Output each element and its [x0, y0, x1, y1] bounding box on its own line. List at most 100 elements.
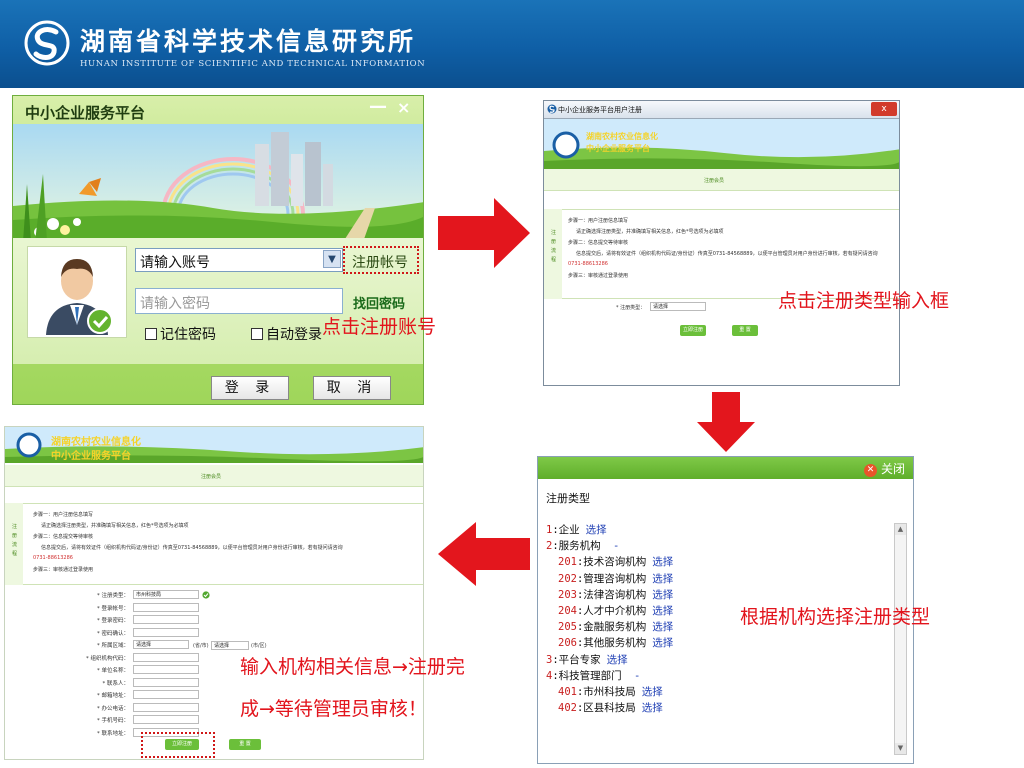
user-avatar-icon	[46, 259, 113, 335]
registration-window: 中小企业服务平台用户注册 x 湖南农村农业信息化 中小企业服务平台 注册会员 注…	[543, 100, 900, 386]
remember-password-checkbox[interactable]: 记住密码	[145, 324, 216, 344]
checkbox-icon	[145, 328, 157, 340]
type-code: 206	[558, 637, 577, 650]
scroll-up-icon[interactable]: ▲	[895, 524, 906, 535]
chevron-down-icon[interactable]: ▼	[323, 250, 341, 268]
close-button[interactable]: x	[871, 102, 897, 116]
select-type-link[interactable]: 选择	[652, 605, 673, 617]
header-bar: 湖南省科学技术信息研究所 HUNAN INSTITUTE OF SCIENTIF…	[0, 0, 1024, 88]
user-avatar	[27, 246, 127, 338]
form-field-label: * 手机号码：	[97, 718, 129, 724]
register-account-link[interactable]: 注册帐号	[343, 246, 419, 274]
type-option[interactable]: 401:市州科技局 选择	[546, 684, 673, 700]
submit-register-button[interactable]: 立即注册	[680, 325, 706, 336]
form-field-input[interactable]	[133, 690, 199, 699]
type-option[interactable]: 205:金融服务机构 选择	[546, 619, 673, 635]
type-code: 205	[558, 621, 577, 634]
cancel-button[interactable]: 取 消	[313, 376, 391, 400]
login-window-title: 中小企业服务平台	[25, 104, 146, 122]
scroll-down-icon[interactable]: ▼	[895, 743, 906, 754]
type-name: 管理咨询机构	[583, 572, 647, 585]
reset-button[interactable]: 重 置	[229, 739, 261, 750]
type-option[interactable]: 204:人才中介机构 选择	[546, 603, 673, 619]
registration-window-title: 中小企业服务平台用户注册	[558, 106, 642, 114]
step-2-note: 信息提交后，请将有效证件（组织机构代码证/身份证）传真至0731-8456888…	[576, 251, 878, 257]
type-option: 4:科技管理部门 -	[546, 668, 673, 684]
close-button[interactable]: ×	[397, 98, 410, 117]
password-input[interactable]: 请输入密码	[135, 288, 343, 314]
institute-logo-icon	[24, 20, 70, 66]
form-field-input[interactable]	[133, 602, 199, 612]
select-type-link[interactable]: 选择	[642, 686, 663, 698]
close-icon: ✕	[863, 464, 877, 477]
form-field-input[interactable]	[133, 677, 199, 687]
select-type-link[interactable]: 选择	[652, 556, 673, 568]
step-1: 步骤一：用户注册信息填写	[33, 512, 94, 518]
form-field-label: * 邮箱地址：	[97, 693, 129, 699]
select-type-link[interactable]: 选择	[586, 524, 607, 536]
form-field-label: * 登录帐号：	[97, 605, 129, 612]
type-code: 201	[558, 556, 577, 569]
step-1: 步骤一：用户注册信息填写	[568, 218, 629, 224]
notice-heading: 注册会员	[704, 178, 725, 184]
form-field-input[interactable]	[133, 652, 199, 662]
type-option[interactable]: 202:管理咨询机构 选择	[546, 571, 673, 587]
select-type-link[interactable]: 选择	[652, 637, 673, 649]
type-code: 402	[558, 702, 577, 715]
select-type-link[interactable]: 选择	[642, 702, 663, 714]
type-name: 人才中介机构	[583, 604, 647, 617]
type-option[interactable]: 3:平台专家 选择	[546, 652, 673, 668]
form-field-input[interactable]	[133, 615, 199, 624]
banner-title-line2: 中小企业服务平台	[586, 144, 650, 153]
type-option[interactable]: 1:企业 选择	[546, 522, 673, 538]
select-type-link[interactable]: 选择	[607, 654, 628, 666]
type-list: 1:企业 选择 2:服务机构 -201:技术咨询机构 选择 202:管理咨询机构 选择 20…	[546, 522, 673, 716]
type-code: 203	[558, 588, 577, 601]
left-arrow-icon	[438, 522, 530, 586]
select-type-link[interactable]: 选择	[652, 573, 673, 585]
form-field-input[interactable]	[133, 627, 199, 637]
select-type-link[interactable]: 选择	[652, 621, 673, 633]
type-group-toggle[interactable]: -	[607, 540, 619, 552]
login-button[interactable]: 登 录	[211, 376, 289, 400]
auto-login-checkbox[interactable]: 自动登录	[251, 324, 322, 344]
form-field-input[interactable]: 市州科技局	[133, 590, 199, 599]
steps-side-label: 注册流程	[12, 524, 18, 557]
form-field-label: * 办公电话：	[97, 705, 129, 712]
form-field-input[interactable]: 请选择	[133, 640, 189, 649]
select-type-link[interactable]: 选择	[652, 589, 673, 601]
form-field-input[interactable]	[133, 702, 199, 712]
find-password-link[interactable]: 找回密码	[353, 293, 405, 312]
type-name: 技术咨询机构	[583, 556, 647, 569]
caption-fill-info-line2: 成→等待管理员审核！	[240, 698, 427, 720]
account-input[interactable]: 请输入账号	[135, 248, 343, 272]
type-code: 204	[558, 604, 577, 617]
checkbox-icon	[251, 328, 263, 340]
step-2: 步骤二：信息提交等待审核	[33, 534, 94, 540]
region-city-select[interactable]: 请选择	[211, 641, 249, 650]
step-1-note: 请正确选择注册类型，并准确填写相关信息，红色*号选项为必填项	[576, 229, 724, 235]
step-3: 步骤三：审核通过登录使用	[568, 273, 629, 279]
form-field-label: * 单位名称：	[97, 668, 129, 674]
dialog-close-label: 关闭	[880, 462, 905, 476]
type-option[interactable]: 402:区县科技局 选择	[546, 700, 673, 716]
auto-login-label: 自动登录	[266, 327, 322, 343]
type-group-toggle[interactable]: -	[628, 670, 640, 682]
caption-fill-info-line1: 输入机构相关信息→注册完	[240, 656, 465, 678]
type-name: 服务机构	[558, 540, 601, 553]
type-option[interactable]: 203:法律咨询机构 选择	[546, 587, 673, 603]
form-field-input[interactable]	[133, 715, 199, 724]
minimize-button[interactable]: —	[369, 96, 387, 117]
dialog-close-button[interactable]: ✕ 关闭	[863, 460, 905, 477]
type-option[interactable]: 201:技术咨询机构 选择	[546, 554, 673, 570]
type-option[interactable]: 206:其他服务机构 选择	[546, 635, 673, 651]
form-field-label: * 登录密码：	[97, 618, 129, 624]
scrollbar[interactable]: ▲ ▼	[894, 523, 907, 755]
submit-register-button[interactable]: 立即注册	[165, 739, 199, 750]
caption-click-type-input: 点击注册类型输入框	[778, 290, 950, 312]
form-field-input[interactable]	[133, 665, 199, 674]
type-field-input[interactable]: 请选择	[650, 302, 706, 311]
registration-window-titlebar: 中小企业服务平台用户注册 x	[544, 101, 899, 119]
reset-button[interactable]: 重 置	[732, 325, 758, 336]
step-1-note: 请正确选择注册类型，并准确填写相关信息，红色*号选项为必填项	[41, 523, 189, 529]
